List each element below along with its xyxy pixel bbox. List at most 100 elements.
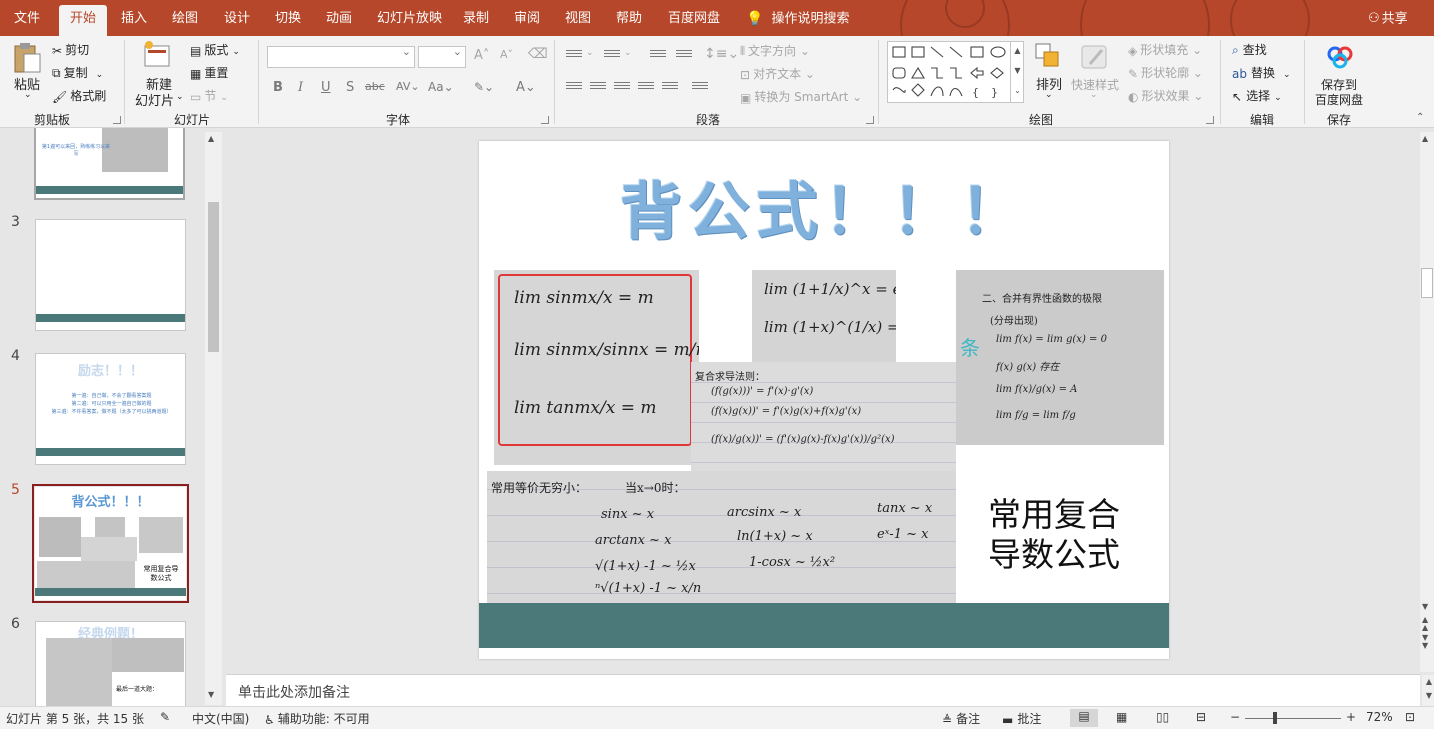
formula-photo-bounded-limit[interactable]: 二、合并有界性函数的极限 (分母出现) lim f(x) = lim g(x) …: [956, 270, 1164, 445]
tab-record[interactable]: 录制: [463, 8, 489, 30]
arrange-icon[interactable]: [1034, 42, 1062, 73]
bullets-icon[interactable]: [566, 50, 582, 62]
zoom-slider-thumb[interactable]: [1273, 712, 1277, 724]
fit-slide-icon[interactable]: ⊡: [1405, 710, 1415, 724]
tab-draw[interactable]: 绘图: [172, 8, 198, 30]
slide-thumbnail-2[interactable]: 第1遍可以来回，熟练练习以来写: [34, 128, 185, 200]
strikethrough-icon[interactable]: abc: [365, 80, 385, 93]
scroll-up-icon[interactable]: ▲: [208, 134, 214, 143]
shape-outline-button[interactable]: ✎ 形状轮廓 ⌄: [1128, 64, 1203, 81]
slide-thumbnail-6[interactable]: 经典例题！ 最后一道大题：: [35, 621, 186, 706]
format-painter-button[interactable]: 🖌 格式刷: [52, 87, 106, 104]
clipboard-launcher-icon[interactable]: [113, 116, 121, 124]
slide-title[interactable]: 背公式！！！: [479, 161, 1169, 251]
section-button[interactable]: ▭ 节 ⌄: [190, 87, 228, 104]
bullets-dropdown-icon[interactable]: ⌄: [586, 48, 594, 58]
shape-fill-button[interactable]: ◈ 形状填充 ⌄: [1128, 41, 1202, 58]
slideshow-icon[interactable]: ⊟: [1196, 710, 1206, 724]
editor-scrollbar[interactable]: ▲ ▼ ▲ ▲ ▼ ▼: [1420, 132, 1434, 672]
tell-me-search[interactable]: 💡 操作说明搜索: [746, 8, 849, 30]
tab-slideshow[interactable]: 幻灯片放映: [377, 8, 442, 30]
reset-button[interactable]: ▦ 重置: [190, 64, 228, 81]
tab-baidu-netdisk[interactable]: 百度网盘: [668, 8, 720, 30]
tab-file[interactable]: 文件: [14, 8, 40, 30]
numbering-icon[interactable]: [604, 50, 620, 62]
quick-styles-icon[interactable]: [1080, 42, 1110, 75]
paste-button[interactable]: [12, 42, 42, 77]
decrease-indent-icon[interactable]: [650, 50, 666, 62]
replace-button[interactable]: ab 替换 ⌄: [1232, 64, 1291, 81]
paste-dropdown-icon[interactable]: ⌄: [24, 90, 32, 100]
spell-check-icon[interactable]: ✎: [160, 710, 170, 724]
tab-help[interactable]: 帮助: [616, 8, 642, 30]
baidu-cloud-icon[interactable]: [1326, 42, 1354, 73]
grow-font-icon[interactable]: A˄: [474, 48, 489, 63]
zoom-slider[interactable]: [1245, 718, 1341, 719]
justify-icon[interactable]: [638, 82, 654, 94]
notes-scrollbar[interactable]: ▲ ▼: [1422, 675, 1434, 707]
shapes-gallery[interactable]: {}: [887, 41, 1024, 103]
save-to-label-2[interactable]: 百度网盘: [1315, 91, 1363, 108]
slide-thumbnail-4[interactable]: 励志！！！ 第一遍：自己做，不会了翻看答案题 第二遍：可以只用全一遍自己做的题 …: [35, 353, 186, 465]
reading-view-icon[interactable]: ▯▯: [1156, 710, 1169, 724]
select-button[interactable]: ↖ 选择 ⌄: [1232, 87, 1282, 104]
accessibility-button[interactable]: ♿ 辅助功能: 不可用: [264, 710, 370, 727]
change-case-icon[interactable]: Aa⌄: [428, 80, 454, 94]
formula-photo-e-limit[interactable]: lim (1+1/x)^x = e lim (1+x)^(1/x) = e: [752, 270, 896, 365]
slide-caption[interactable]: 常用复合导数公式: [984, 495, 1124, 575]
scroll-thumb[interactable]: [208, 202, 219, 352]
smartart-button[interactable]: ▣ 转换为 SmartArt ⌄: [740, 88, 862, 105]
find-button[interactable]: ⌕ 查找: [1232, 41, 1267, 58]
italic-icon[interactable]: I: [298, 80, 303, 95]
scroll-up-icon[interactable]: ▲: [1422, 134, 1428, 143]
tab-view[interactable]: 视图: [565, 8, 591, 30]
align-left-icon[interactable]: [566, 82, 582, 94]
arrange-dropdown-icon[interactable]: ⌄: [1045, 90, 1053, 100]
collapse-ribbon-icon[interactable]: ⌃: [1416, 112, 1424, 123]
slide-thumbnail-5[interactable]: 背公式！！！ 常用复合导数公式: [35, 487, 186, 600]
increase-indent-icon[interactable]: [676, 50, 692, 62]
scroll-down-icon[interactable]: ▼: [208, 690, 214, 699]
formula-photo-limits[interactable]: lim sinmx/x = m lim sinmx/sinnx = m/n li…: [494, 270, 699, 465]
zoom-out-button[interactable]: −: [1230, 710, 1240, 724]
tab-transitions[interactable]: 切换: [275, 8, 301, 30]
align-center-icon[interactable]: [590, 82, 606, 94]
shadow-icon[interactable]: S: [346, 80, 354, 95]
underline-icon[interactable]: U: [321, 80, 331, 95]
font-color-icon[interactable]: A⌄: [516, 80, 536, 95]
tab-animations[interactable]: 动画: [326, 8, 352, 30]
align-text-button[interactable]: ⊡ 对齐文本 ⌄: [740, 65, 815, 82]
clear-format-icon[interactable]: ⌫: [528, 46, 548, 62]
text-direction-button[interactable]: ⫴ 文字方向 ⌄: [740, 42, 810, 59]
shrink-font-icon[interactable]: A˅: [500, 48, 513, 61]
formula-photo-derivative-rules[interactable]: 复合求导法则： (f(g(x)))' = f'(x)·g'(x) (f(x)g(…: [691, 362, 956, 472]
current-slide[interactable]: 背公式！！！ lim sinmx/x = m lim sinmx/sinnx =…: [479, 141, 1169, 659]
font-size-combo[interactable]: [418, 45, 466, 68]
line-spacing-icon[interactable]: ↕≡⌄: [704, 46, 739, 62]
font-name-combo[interactable]: [267, 45, 415, 68]
numbering-dropdown-icon[interactable]: ⌄: [624, 48, 632, 58]
notes-pane[interactable]: 单击此处添加备注 ▲ ▼: [226, 674, 1434, 707]
drawing-launcher-icon[interactable]: [1206, 116, 1214, 124]
formula-photo-equivalent-infinitesimals[interactable]: 常用等价无穷小： 当x→0时： sinx ~ x arcsinx ~ x tan…: [487, 471, 956, 606]
tab-design[interactable]: 设计: [224, 8, 250, 30]
thumbnail-scrollbar[interactable]: ▲ ▼: [205, 132, 222, 705]
tab-review[interactable]: 审阅: [514, 8, 540, 30]
cut-button[interactable]: ✂ 剪切: [52, 41, 89, 58]
quick-styles-dropdown-icon[interactable]: ⌄: [1090, 90, 1098, 100]
highlight-icon[interactable]: ✎⌄: [474, 80, 494, 94]
zoom-level[interactable]: 72%: [1366, 710, 1393, 724]
new-slide-icon[interactable]: [142, 40, 172, 73]
layout-button[interactable]: ▤ 版式 ⌄: [190, 41, 240, 58]
distributed-icon[interactable]: [662, 82, 678, 94]
shapes-gallery-scroll[interactable]: ▲ ▼ ⌄: [1010, 41, 1024, 103]
share-button[interactable]: ⚇ 共享: [1368, 8, 1408, 30]
copy-button[interactable]: ⧉ 复制 ⌄: [52, 64, 103, 81]
font-launcher-icon[interactable]: [541, 116, 549, 124]
tab-home[interactable]: 开始: [59, 5, 108, 36]
new-slide-dropdown-icon[interactable]: ⌄: [176, 92, 184, 102]
char-spacing-icon[interactable]: AV⌄: [396, 80, 420, 93]
scroll-down-icon[interactable]: ▼: [1422, 602, 1428, 611]
shape-effects-button[interactable]: ◐ 形状效果 ⌄: [1128, 87, 1203, 104]
paragraph-launcher-icon[interactable]: [866, 116, 874, 124]
